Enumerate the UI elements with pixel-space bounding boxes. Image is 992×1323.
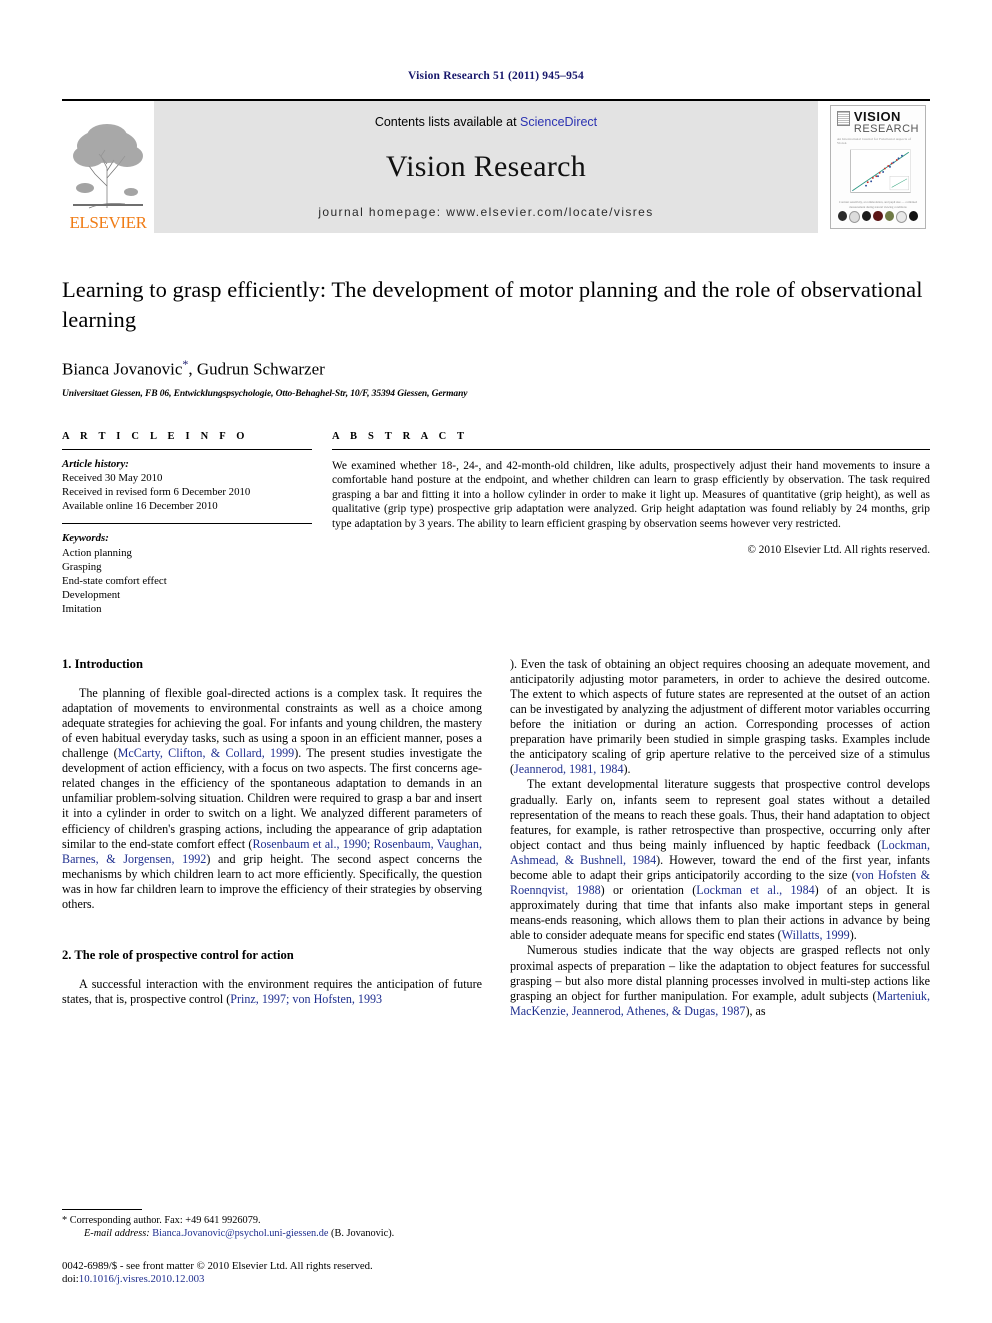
citation-link[interactable]: Willatts, 1999 xyxy=(782,928,850,942)
cover-dot xyxy=(849,211,861,223)
contents-prefix: Contents lists available at xyxy=(374,115,521,129)
para-text: ). xyxy=(849,928,857,943)
cover-badge-icon xyxy=(837,111,850,126)
email-label: E-mail address: xyxy=(84,1228,150,1240)
page-title: Learning to grasp efficiently: The devel… xyxy=(62,277,923,332)
para-text: Numerous studies indicate that the way o… xyxy=(510,943,930,1003)
keyword-item: Action planning xyxy=(62,546,132,559)
paragraph-prospective-2: The extant developmental literature sugg… xyxy=(510,777,930,943)
citation-link[interactable]: Prinz, 1997; von Hofsten, 1993 xyxy=(230,992,382,1006)
keywords-label: Keywords: xyxy=(62,532,109,545)
title-block: Learning to grasp efficiently: The devel… xyxy=(62,275,930,399)
keyword-item: Grasping xyxy=(62,560,102,573)
paragraph-prospective-1-cont: ). Even the task of obtaining an object … xyxy=(510,657,930,778)
cover-caption: Contrast sensitivity, accommodation, and… xyxy=(838,200,918,209)
para-text: The extant developmental literature sugg… xyxy=(510,777,930,852)
article-info-column: A R T I C L E I N F O Article history: R… xyxy=(62,431,312,617)
journal-homepage[interactable]: journal homepage: www.elsevier.com/locat… xyxy=(318,205,653,219)
footnote-corresponding-author: * Corresponding author. Fax: +49 641 992… xyxy=(62,1215,261,1226)
section-heading-prospective-control: 2. The role of prospective control for a… xyxy=(62,948,294,963)
author-secondary: , Gudrun Schwarzer xyxy=(188,359,325,379)
paper-page: Vision Research 51 (2011) 945–954 ELSEVI… xyxy=(0,0,992,1323)
sciencedirect-link[interactable]: ScienceDirect xyxy=(520,115,597,129)
cover-dot xyxy=(908,211,918,221)
author-primary: Bianca Jovanovic xyxy=(62,359,183,379)
masthead-center-panel: Contents lists available at ScienceDirec… xyxy=(154,101,818,233)
cover-subtitle: An International Journal for Functional … xyxy=(837,137,912,145)
journal-masthead: ELSEVIER Contents lists available at Sci… xyxy=(62,99,930,233)
keywords-group: Keywords: Action planning Grasping End-s… xyxy=(62,524,312,616)
cover-title-line1: VISION xyxy=(853,109,901,124)
cover-dot xyxy=(895,211,907,223)
paragraph-prospective-3: Numerous studies indicate that the way o… xyxy=(510,943,930,1018)
para-text: ). Even the task of obtaining an object … xyxy=(510,656,930,777)
email-link[interactable]: Bianca.Jovanovic@psychol.uni-giessen.de xyxy=(152,1228,328,1239)
elsevier-tree-icon xyxy=(73,124,143,209)
contents-available-line: Contents lists available at ScienceDirec… xyxy=(375,115,597,129)
author-list: Bianca Jovanovic*, Gudrun Schwarzer xyxy=(62,357,930,380)
journal-title: Vision Research xyxy=(385,150,587,183)
article-history-label: Article history: xyxy=(62,457,129,470)
cover-dot-strip xyxy=(837,211,919,223)
footnote-email: E-mail address: Bianca.Jovanovic@psychol… xyxy=(62,1227,482,1240)
cover-dot xyxy=(838,211,848,221)
cover-title-line2: RESEARCH xyxy=(853,123,919,135)
para-text: ). xyxy=(623,762,631,777)
footnote-area: * Corresponding author. Fax: +49 641 992… xyxy=(62,1209,482,1287)
doi-link[interactable]: 10.1016/j.visres.2010.12.003 xyxy=(79,1273,205,1285)
affiliation: Universitaet Giessen, FB 06, Entwicklung… xyxy=(62,388,468,399)
body-columns: 1. Introduction The planning of flexible… xyxy=(62,657,930,1019)
para-text: ), as xyxy=(745,1003,766,1018)
history-online: Available online 16 December 2010 xyxy=(62,500,218,513)
article-info-heading: A R T I C L E I N F O xyxy=(62,430,249,442)
issn-copyright-block: 0042-6989/$ - see front matter © 2010 El… xyxy=(62,1260,482,1287)
cover-dot xyxy=(873,211,883,221)
abstract-column: A B S T R A C T We examined whether 18-,… xyxy=(332,431,930,617)
section-heading-introduction: 1. Introduction xyxy=(62,656,143,671)
abstract-copyright: © 2010 Elsevier Ltd. All rights reserved… xyxy=(747,543,931,556)
email-owner: (B. Jovanovic). xyxy=(328,1228,395,1240)
history-received: Received 30 May 2010 xyxy=(62,471,163,484)
cover-dot xyxy=(884,211,894,221)
elsevier-logo: ELSEVIER xyxy=(62,101,154,233)
keyword-item: Imitation xyxy=(62,603,102,616)
body-column-right: ). Even the task of obtaining an object … xyxy=(510,657,930,1019)
para-text: ) or orientation ( xyxy=(600,883,697,898)
running-head: Vision Research 51 (2011) 945–954 xyxy=(408,70,584,82)
elsevier-wordmark: ELSEVIER xyxy=(69,213,147,232)
info-abstract-row: A R T I C L E I N F O Article history: R… xyxy=(62,431,930,617)
keyword-item: End-state comfort effect xyxy=(62,575,167,588)
body-column-left: 1. Introduction The planning of flexible… xyxy=(62,657,482,1019)
paragraph-prospective-1: A successful interaction with the enviro… xyxy=(62,977,482,1007)
keyword-item: Development xyxy=(62,589,121,602)
cover-dot xyxy=(862,211,872,221)
history-revised: Received in revised form 6 December 2010 xyxy=(62,486,251,499)
abstract-heading: A B S T R A C T xyxy=(332,430,469,442)
article-history-group: Article history: Received 30 May 2010 Re… xyxy=(62,450,312,514)
citation-link[interactable]: Jeannerod, 1981, 1984 xyxy=(514,762,624,776)
issn-line: 0042-6989/$ - see front matter © 2010 El… xyxy=(62,1259,373,1272)
citation-link[interactable]: McCarty, Clifton, & Collard, 1999 xyxy=(118,746,295,760)
cover-scatter-plot xyxy=(850,149,911,193)
abstract-text: We examined whether 18-, 24-, and 42-mon… xyxy=(332,459,930,531)
journal-cover-thumbnail: VISION RESEARCH An International Journal… xyxy=(826,101,930,233)
doi-label: doi: xyxy=(62,1273,79,1286)
para-text: ). The present studies investigate the d… xyxy=(62,746,482,851)
doi-line: doi:10.1016/j.visres.2010.12.003 xyxy=(62,1273,482,1287)
citation-link[interactable]: Lockman et al., 1984 xyxy=(696,883,814,897)
footnote-rule xyxy=(62,1209,142,1210)
paragraph-intro-1: The planning of flexible goal-directed a… xyxy=(62,686,482,912)
